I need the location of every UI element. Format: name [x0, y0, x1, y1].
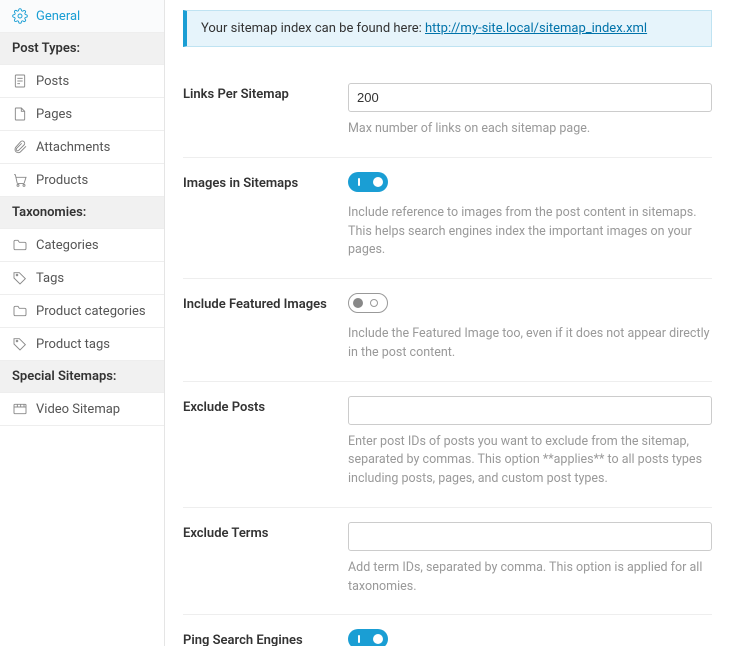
field-label: Images in Sitemaps [183, 172, 338, 260]
sitemap-notice: Your sitemap index can be found here: ht… [183, 10, 712, 47]
field-desc: Add term IDs, separated by comma. This o… [348, 559, 712, 597]
sidebar-item-video-sitemap[interactable]: Video Sitemap [0, 393, 164, 426]
sidebar-label: Tags [36, 271, 64, 286]
tag-icon [12, 336, 28, 352]
include-featured-images-toggle[interactable] [348, 293, 388, 313]
cart-icon [12, 172, 28, 188]
gear-icon [12, 8, 28, 24]
sidebar-label: Pages [36, 107, 72, 122]
sidebar-item-attachments[interactable]: Attachments [0, 131, 164, 164]
sidebar-heading-taxonomies: Taxonomies: [0, 197, 164, 229]
document-icon [12, 73, 28, 89]
field-label: Exclude Posts [183, 396, 338, 489]
page-icon [12, 106, 28, 122]
notice-text: Your sitemap index can be found here: [201, 21, 425, 36]
field-ping-search-engines: Ping Search Engines Automatically notify… [183, 615, 712, 646]
exclude-terms-input[interactable] [348, 522, 712, 551]
sidebar-item-general[interactable]: General [0, 0, 164, 33]
sidebar-label: Categories [36, 238, 99, 253]
field-label: Exclude Terms [183, 522, 338, 597]
sidebar-label: Product categories [36, 304, 146, 319]
sidebar-label: Attachments [36, 140, 110, 155]
field-label: Include Featured Images [183, 293, 338, 363]
tag-icon [12, 270, 28, 286]
field-images-in-sitemaps: Images in Sitemaps Include reference to … [183, 158, 712, 279]
folder-icon [12, 237, 28, 253]
field-links-per-sitemap: Links Per Sitemap Max number of links on… [183, 69, 712, 158]
field-label: Ping Search Engines [183, 629, 338, 646]
sidebar-heading-post-types: Post Types: [0, 33, 164, 65]
links-per-sitemap-input[interactable] [348, 83, 712, 112]
sidebar-label: Posts [36, 74, 69, 89]
sidebar-item-products[interactable]: Products [0, 164, 164, 197]
images-in-sitemaps-toggle[interactable] [348, 172, 388, 192]
sidebar-heading-special: Special Sitemaps: [0, 361, 164, 393]
field-include-featured-images: Include Featured Images Include the Feat… [183, 279, 712, 382]
field-exclude-terms: Exclude Terms Add term IDs, separated by… [183, 508, 712, 616]
ping-search-engines-toggle[interactable] [348, 629, 388, 646]
sidebar-item-pages[interactable]: Pages [0, 98, 164, 131]
sidebar-label: Product tags [36, 337, 110, 352]
sidebar-item-product-tags[interactable]: Product tags [0, 328, 164, 361]
field-desc: Enter post IDs of posts you want to excl… [348, 433, 712, 489]
sidebar-label: Video Sitemap [36, 402, 120, 417]
sidebar-item-posts[interactable]: Posts [0, 65, 164, 98]
field-desc: Include the Featured Image too, even if … [348, 325, 712, 363]
paperclip-icon [12, 139, 28, 155]
sidebar-item-product-categories[interactable]: Product categories [0, 295, 164, 328]
video-icon [12, 401, 28, 417]
sidebar-label: General [36, 9, 80, 24]
sidebar-item-categories[interactable]: Categories [0, 229, 164, 262]
field-label: Links Per Sitemap [183, 83, 338, 139]
field-desc: Include reference to images from the pos… [348, 204, 712, 260]
sidebar: General Post Types: Posts Pages Attachme… [0, 0, 165, 646]
folder-icon [12, 303, 28, 319]
exclude-posts-input[interactable] [348, 396, 712, 425]
sidebar-label: Products [36, 173, 88, 188]
main-content: Your sitemap index can be found here: ht… [165, 0, 730, 646]
field-exclude-posts: Exclude Posts Enter post IDs of posts yo… [183, 382, 712, 508]
sitemap-index-link[interactable]: http://my-site.local/sitemap_index.xml [425, 21, 647, 36]
sidebar-item-tags[interactable]: Tags [0, 262, 164, 295]
field-desc: Max number of links on each sitemap page… [348, 120, 712, 139]
